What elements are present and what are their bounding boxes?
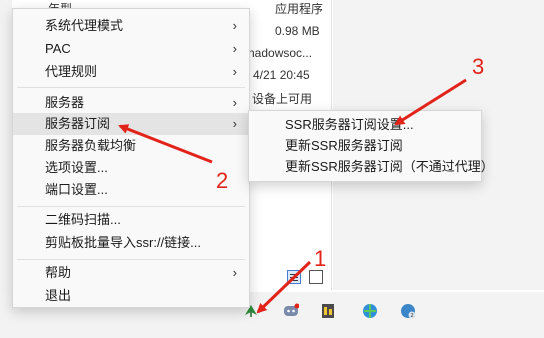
menu-item-load-balance[interactable]: 服务器负载均衡 [13, 135, 249, 157]
submenu-item-ssr-subscription-settings[interactable]: SSR服务器订阅设置... [249, 114, 481, 136]
menu-separator [17, 259, 245, 260]
menu-item-proxy-rules[interactable]: 代理规则 › [13, 61, 249, 83]
menu-item-label: 帮助 [45, 265, 72, 280]
chevron-right-icon: › [232, 18, 237, 33]
menu-item-label: 更新SSR服务器订阅（不通过代理） [285, 159, 494, 174]
menu-item-label: 服务器负载均衡 [45, 138, 137, 153]
menu-separator [17, 206, 245, 207]
menu-item-label: 端口设置... [45, 182, 108, 197]
file-type-value: 应用程序 [275, 2, 324, 16]
file-availability-value: 设备上可用 [252, 92, 313, 106]
menu-item-label: 服务器订阅 [45, 116, 111, 131]
submenu-item-update-ssr-subscription[interactable]: 更新SSR服务器订阅 [249, 135, 481, 157]
menu-item-import-clipboard[interactable]: 剪贴板批量导入ssr://链接... [13, 232, 249, 254]
step-2-label: 2 [216, 168, 229, 193]
menu-item-label: 系统代理模式 [45, 18, 124, 33]
tray-context-menu: 系统代理模式 › PAC › 代理规则 › 服务器 › 服务器订阅 › 服务器负… [12, 8, 250, 308]
menu-item-pac[interactable]: PAC › [13, 38, 249, 60]
menu-item-label: PAC [45, 41, 71, 56]
large-icons-view-button[interactable] [309, 270, 323, 284]
menu-item-port-settings[interactable]: 端口设置... [13, 179, 249, 201]
subscription-submenu: SSR服务器订阅设置... 更新SSR服务器订阅 更新SSR服务器订阅（不通过代… [248, 110, 494, 182]
chevron-right-icon: › [232, 116, 237, 131]
explorer-nav-strip [0, 0, 12, 320]
menu-item-label: 代理规则 [45, 64, 98, 79]
menu-item-servers[interactable]: 服务器 › [13, 92, 249, 114]
menu-item-help[interactable]: 帮助 › [13, 262, 249, 284]
svg-text:2: 2 [411, 313, 414, 319]
menu-item-label: 退出 [45, 288, 72, 303]
step-1-label: 1 [314, 246, 327, 271]
menu-item-label: SSR服务器订阅设置... [285, 117, 414, 132]
menu-separator [17, 87, 245, 88]
app-tray-icon[interactable] [320, 303, 336, 319]
file-size-value: 0.98 MB [275, 24, 320, 38]
menu-item-system-proxy-mode[interactable]: 系统代理模式 › [13, 15, 249, 37]
file-name-value: nadowsoc... [248, 46, 313, 60]
menu-item-qrcode-scan[interactable]: 二维码扫描... [13, 209, 249, 231]
menu-item-label: 选项设置... [45, 160, 108, 175]
submenu-item-update-ssr-subscription-no-proxy[interactable]: 更新SSR服务器订阅（不通过代理） [249, 156, 494, 178]
menu-item-label: 更新SSR服务器订阅 [285, 138, 403, 153]
update-tray-icon[interactable]: 2 [400, 303, 416, 319]
menu-item-exit[interactable]: 退出 [13, 285, 249, 307]
menu-item-label: 剪贴板批量导入ssr://链接... [45, 235, 202, 250]
step-3-label: 3 [472, 54, 485, 79]
menu-item-label: 服务器 [45, 95, 85, 110]
chevron-right-icon: › [232, 95, 237, 110]
chevron-right-icon: › [232, 64, 237, 79]
menu-item-server-subscription[interactable]: 服务器订阅 › [13, 113, 249, 135]
chevron-right-icon: › [232, 265, 237, 280]
menu-item-options[interactable]: 选项设置... [13, 157, 249, 179]
menu-item-label: 二维码扫描... [45, 212, 121, 227]
network-tray-icon[interactable] [362, 303, 378, 319]
chevron-right-icon: › [232, 41, 237, 56]
discord-tray-icon[interactable] [283, 303, 299, 319]
file-date-value: 4/21 20:45 [253, 68, 310, 82]
details-view-button[interactable] [287, 270, 301, 284]
